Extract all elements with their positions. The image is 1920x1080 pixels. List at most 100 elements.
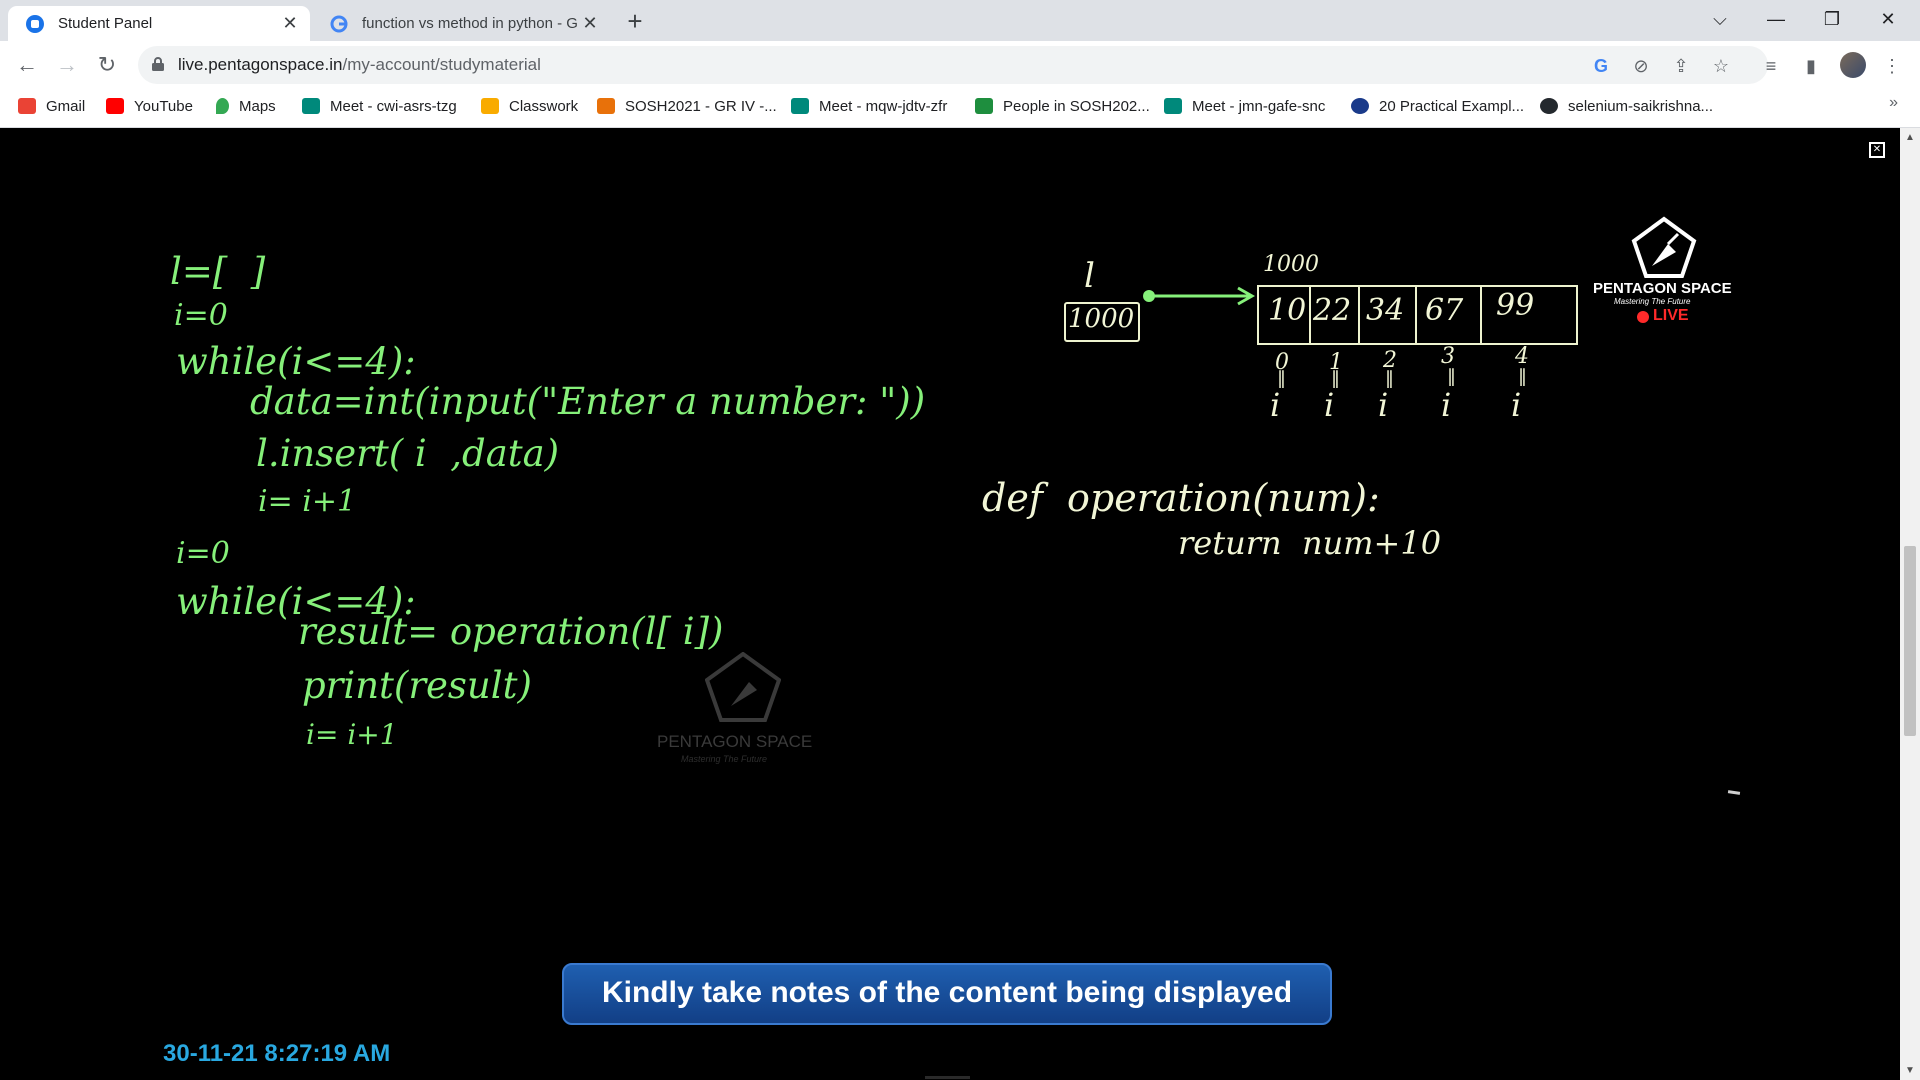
bookmark-label: Classwork (509, 97, 579, 115)
list-cell-value: 99 (1496, 288, 1535, 323)
bookmark-label: YouTube (134, 97, 193, 115)
equals-mark: ‖ (1331, 368, 1340, 389)
pointer-arrow (1143, 286, 1256, 306)
video-timestamp: 30-11-21 8:27:19 AM (163, 1040, 391, 1067)
bookmark-practical-examples[interactable]: 20 Practical Exampl... (1351, 89, 1524, 123)
url-host: live.pentagonspace.in (178, 55, 343, 74)
meet-icon (302, 98, 320, 114)
index-var: i (1441, 386, 1452, 424)
back-icon[interactable]: ← (12, 51, 42, 79)
list-cell-value: 22 (1313, 293, 1352, 328)
bookmark-label: selenium-saikrishna... (1568, 97, 1714, 115)
code-line: i=0 (174, 298, 228, 333)
bookmark-selenium[interactable]: selenium-saikrishna... (1540, 89, 1713, 123)
bookmark-gmail[interactable]: Gmail (18, 89, 85, 123)
bookmark-sosh2021[interactable]: SOSH2021 - GR IV -... (597, 89, 777, 123)
classroom-icon (975, 98, 993, 114)
reload-icon[interactable]: ↻ (92, 51, 122, 79)
code-line: return num+10 (1178, 524, 1442, 562)
tab-search-icon[interactable]: ⌵ (1692, 0, 1748, 41)
meet-icon (1164, 98, 1182, 114)
code-line: i= i+1 (306, 718, 398, 751)
logo-name: PENTAGON SPACE (1593, 280, 1732, 297)
watermark-pentagon-icon (705, 652, 781, 722)
live-badge: LIVE (1653, 307, 1689, 324)
index-var: i (1378, 386, 1389, 424)
bookmark-label: Meet - mqw-jdtv-zfr (819, 97, 948, 115)
code-line: i= i+1 (258, 484, 357, 519)
share-icon[interactable]: ⇪ (1670, 55, 1692, 77)
list-cell-value: 67 (1425, 293, 1464, 328)
bookmark-meet-3[interactable]: Meet - jmn-gafe-snc (1164, 89, 1325, 123)
notes-banner: Kindly take notes of the content being d… (562, 963, 1332, 1025)
bookmark-classwork[interactable]: Classwork (481, 89, 578, 123)
tab-student-panel[interactable]: Student Panel ✕ (8, 6, 310, 41)
bookmark-star-icon[interactable]: ☆ (1710, 55, 1732, 77)
new-tab-button[interactable]: + (622, 6, 648, 36)
youtube-icon (106, 98, 124, 114)
lock-icon (152, 57, 164, 71)
bookmark-label: Maps (239, 97, 276, 115)
google-lens-icon[interactable]: G (1590, 55, 1612, 77)
forward-icon[interactable]: → (52, 51, 82, 79)
lecture-video[interactable]: ✕ l=[ ] i=0 while(i<=4): data=int(input(… (0, 128, 1900, 1080)
address-bar[interactable]: live.pentagonspace.in/my-account/studyma… (138, 46, 1768, 84)
minimize-button[interactable]: — (1748, 0, 1804, 41)
more-bookmarks-icon[interactable]: » (1889, 94, 1898, 112)
google-g-icon (330, 15, 348, 33)
live-dot (1637, 311, 1649, 323)
diagram-var-name: l (1084, 256, 1095, 296)
bookmark-people-sosh[interactable]: People in SOSH202... (975, 89, 1150, 123)
index-var: i (1511, 386, 1522, 424)
scroll-up-icon[interactable]: ▲ (1905, 132, 1915, 143)
tab-title: function vs method in python - G (362, 15, 578, 32)
scroll-down-icon[interactable]: ▼ (1905, 1065, 1915, 1076)
scrollbar-thumb[interactable] (1904, 546, 1916, 736)
bookmark-label: SOSH2021 - GR IV -... (625, 97, 777, 115)
code-line: print(result) (302, 664, 532, 707)
bookmark-meet-1[interactable]: Meet - cwi-asrs-tzg (302, 89, 457, 123)
logo-tagline: Mastering The Future (1614, 297, 1691, 306)
fullscreen-exit-icon[interactable]: ✕ (1869, 142, 1885, 158)
equals-mark: ‖ (1447, 366, 1456, 387)
stray-mark (1727, 790, 1741, 795)
classroom-icon (597, 98, 615, 114)
gmail-icon (18, 98, 36, 114)
tab-function-vs-method[interactable]: function vs method in python - G ✕ (312, 6, 610, 41)
list-cell-value: 10 (1268, 293, 1307, 328)
eye-off-icon[interactable]: ⊘ (1630, 55, 1652, 77)
bookmark-label: Meet - cwi-asrs-tzg (330, 97, 457, 115)
close-tab-icon[interactable]: ✕ (580, 13, 600, 34)
page-scrollbar[interactable]: ▲ ▼ (1900, 128, 1920, 1080)
url-text: live.pentagonspace.in/my-account/studyma… (178, 46, 541, 84)
diagram-address-label: 1000 (1263, 252, 1319, 277)
watermark-tagline: Mastering The Future (681, 754, 768, 764)
code-line: l=[ ] (170, 250, 266, 293)
bookmark-label: People in SOSH202... (1003, 97, 1150, 115)
pentagon-space-logo-icon (1631, 216, 1697, 278)
bookmark-maps[interactable]: Maps (216, 89, 276, 123)
bookmark-label: Meet - jmn-gafe-snc (1192, 97, 1326, 115)
equals-mark: ‖ (1518, 366, 1527, 387)
code-line: def operation(num): (982, 476, 1380, 520)
code-line: while(i<=4): (176, 340, 416, 383)
equals-mark: ‖ (1385, 368, 1394, 389)
bookmark-meet-2[interactable]: Meet - mqw-jdtv-zfr (791, 89, 947, 123)
watermark-name: PENTAGON SPACE (657, 732, 813, 751)
github-icon (1540, 98, 1558, 114)
browser-toolbar: ← → ↻ live.pentagonspace.in/my-account/s… (0, 41, 1920, 89)
close-tab-icon[interactable]: ✕ (280, 13, 300, 34)
menu-kebab-icon[interactable]: ⋮ (1880, 54, 1904, 78)
code-line: data=int(input("Enter a number: ")) (250, 380, 926, 423)
close-window-button[interactable]: ✕ (1860, 0, 1916, 41)
student-panel-icon (26, 14, 44, 33)
bookmark-youtube[interactable]: YouTube (106, 89, 193, 123)
media-control-icon[interactable]: ≡ (1759, 54, 1783, 78)
side-panel-icon[interactable]: ▮ (1799, 54, 1823, 78)
list-cell-value: 34 (1366, 293, 1405, 328)
meet-icon (791, 98, 809, 114)
profile-avatar[interactable] (1840, 52, 1866, 78)
code-line: result= operation(l[ i]) (298, 610, 724, 653)
diagram-var-box-value: 1000 (1068, 304, 1135, 334)
restore-button[interactable]: ❐ (1804, 0, 1860, 41)
